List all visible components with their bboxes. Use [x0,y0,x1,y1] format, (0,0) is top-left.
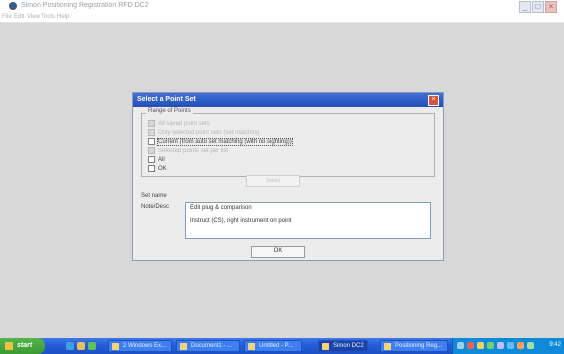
document-icon [180,343,187,350]
option-current[interactable]: Current (from auto set matching (with no… [148,137,293,146]
update-icon[interactable] [487,342,494,349]
menu-view[interactable]: View [27,14,40,20]
checkbox[interactable] [148,120,155,127]
minimize-button[interactable]: _ [519,1,531,13]
textarea-line: Instruct (CS), right instrument on point [190,218,292,224]
taskbar: start 2 Windows Ex... Document1 - ... Un… [0,338,564,354]
app-window: Simon Positioning Registration RFD DC2 _… [0,0,564,338]
close-button[interactable]: × [545,1,557,13]
checkbox[interactable] [148,138,155,145]
taskbar-item-label: Simon DC2 [333,343,364,349]
textarea-line: Edit plug & comparison [190,205,252,211]
taskbar-item[interactable]: Document1 - ... [176,340,240,352]
taskbar-item-label: Document1 - ... [191,343,233,349]
select-point-set-dialog: Select a Point Set × Range of Points All… [132,92,444,261]
set-name-field[interactable] [195,192,431,199]
start-button[interactable]: start [0,338,45,354]
menu-edit[interactable]: Edit [14,14,24,20]
taskbar-item-label: Positioning Reg... [395,343,443,349]
system-tray: 9:42 [452,338,564,354]
paint-icon [248,343,255,350]
app-icon [9,2,17,10]
window-controls: _ □ × [518,1,557,13]
note-textarea[interactable]: Edit plug & comparison Instruct (CS), ri… [185,202,431,239]
option-label: All [158,156,165,163]
start-label: start [17,342,33,349]
app-icon [322,343,329,350]
dialog-close-icon[interactable]: × [428,95,439,106]
folder-icon [112,343,119,350]
taskbar-item[interactable]: Positioning Reg... [380,340,448,352]
option-all-saved[interactable]: All saved point sets [148,120,210,127]
option-label: Selected points set per list [158,147,229,154]
ok-button[interactable]: OK [251,246,305,258]
app-title: Simon Positioning Registration RFD DC2 [21,2,149,9]
menu-file[interactable]: File [2,14,12,20]
option-label: Only selected point sets (set matching [158,129,260,136]
desktop-icon[interactable] [88,342,96,350]
select-button[interactable]: Select [246,175,300,187]
checkbox[interactable] [148,165,155,172]
sync-icon[interactable] [507,342,514,349]
option-label: Current (from auto set matching (with no… [157,137,293,146]
menu-bar: File Edit View Tools Help [0,13,564,23]
checkbox[interactable] [148,156,155,163]
range-of-points-group: Range of Points All saved point sets Onl… [141,108,435,177]
checkbox[interactable] [148,147,155,154]
windows-logo-icon [5,342,13,350]
security-icon[interactable] [467,342,474,349]
taskbar-item[interactable]: 2 Windows Ex... [108,340,172,352]
menu-tools[interactable]: Tools [41,14,55,20]
clock[interactable]: 9:42 [549,342,561,348]
checkbox[interactable] [148,129,155,136]
menu-help[interactable]: Help [57,14,69,20]
group-title: Range of Points [146,108,193,114]
taskbar-item-label: Untitled - P... [259,343,293,349]
app-icon [384,343,391,350]
app-title-bar[interactable]: Simon Positioning Registration RFD DC2 _… [0,0,564,13]
taskbar-item-label: 2 Windows Ex... [123,343,167,349]
folder-icon[interactable] [77,342,85,350]
set-name-label: Set name [141,193,167,199]
maximize-button[interactable]: □ [532,1,544,13]
network-icon[interactable] [457,342,464,349]
ie-icon[interactable] [66,342,74,350]
option-ok[interactable]: OK [148,165,167,172]
option-label: All saved point sets [158,120,210,127]
option-all[interactable]: All [148,156,165,163]
volume-icon[interactable] [477,342,484,349]
quick-launch [66,342,99,350]
battery-icon[interactable] [527,342,534,349]
option-label: OK [158,165,167,172]
dialog-title-bar[interactable]: Select a Point Set × [133,93,443,107]
note-label: Note/Desc [141,204,170,210]
dialog-title: Select a Point Set [137,96,196,103]
option-only-selected[interactable]: Only selected point sets (set matching [148,129,259,136]
app-tray-icon[interactable] [517,342,524,349]
option-selected-per-list[interactable]: Selected points set per list [148,147,228,154]
taskbar-item[interactable]: Untitled - P... [244,340,302,352]
display-icon[interactable] [497,342,504,349]
taskbar-item-active[interactable]: Simon DC2 [318,340,368,352]
